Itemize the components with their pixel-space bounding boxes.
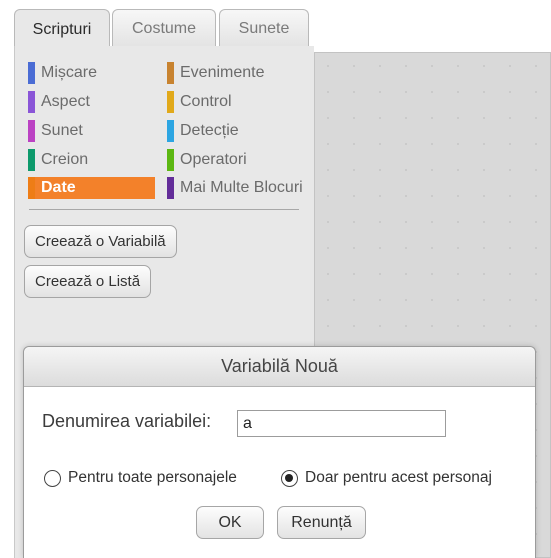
category-label: Creion xyxy=(41,151,89,168)
category-label: Aspect xyxy=(41,93,90,110)
category-color-swatch xyxy=(167,177,174,199)
category-control[interactable]: Control xyxy=(167,91,297,113)
category-label: Evenimente xyxy=(180,64,265,81)
dialog-title[interactable]: Variabilă Nouă xyxy=(24,347,535,387)
category-color-swatch xyxy=(28,177,35,199)
category-data[interactable]: Date xyxy=(28,177,155,199)
tab-costumes[interactable]: Costume xyxy=(112,9,216,47)
category-label: Mai Multe Blocuri xyxy=(180,179,303,196)
category-color-swatch xyxy=(167,149,174,171)
category-color-swatch xyxy=(28,62,35,84)
radio-this-sprite-only[interactable]: Doar pentru acest personaj xyxy=(281,469,492,487)
category-operators[interactable]: Operatori xyxy=(167,149,297,171)
category-color-swatch xyxy=(28,120,35,142)
radio-button-icon[interactable] xyxy=(44,469,61,487)
variable-name-input[interactable] xyxy=(237,410,446,437)
category-color-swatch xyxy=(167,62,174,84)
category-color-swatch xyxy=(28,91,35,113)
new-variable-dialog: Variabilă Nouă Denumirea variabilei: Pen… xyxy=(23,346,536,558)
category-looks[interactable]: Aspect xyxy=(28,91,158,113)
category-color-swatch xyxy=(167,91,174,113)
radio-this-sprite-label: Doar pentru acest personaj xyxy=(305,469,492,486)
category-color-swatch xyxy=(167,120,174,142)
ok-button[interactable]: OK xyxy=(196,506,264,539)
category-color-swatch xyxy=(28,149,35,171)
category-label: Detecție xyxy=(180,122,239,139)
radio-all-sprites[interactable]: Pentru toate personajele xyxy=(44,469,237,487)
category-label: Mișcare xyxy=(41,64,98,81)
tab-sounds[interactable]: Sunete xyxy=(219,9,309,47)
palette-divider xyxy=(29,209,299,210)
category-events[interactable]: Evenimente xyxy=(167,62,297,84)
category-sound[interactable]: Sunet xyxy=(28,120,158,142)
category-label: Sunet xyxy=(41,122,83,139)
cancel-button[interactable]: Renunță xyxy=(277,506,366,539)
make-variable-button[interactable]: Creează o Variabilă xyxy=(24,225,177,258)
category-label: Control xyxy=(180,93,232,110)
category-sensing[interactable]: Detecție xyxy=(167,120,297,142)
category-pen[interactable]: Creion xyxy=(28,149,158,171)
category-label: Date xyxy=(41,179,76,196)
category-more-blocks[interactable]: Mai Multe Blocuri xyxy=(167,177,315,199)
make-list-button[interactable]: Creează o Listă xyxy=(24,265,152,298)
category-label: Operatori xyxy=(180,151,247,168)
radio-all-sprites-label: Pentru toate personajele xyxy=(68,469,237,486)
tab-scripts[interactable]: Scripturi xyxy=(14,9,110,49)
category-motion[interactable]: Mișcare xyxy=(28,62,158,84)
radio-button-selected-icon[interactable] xyxy=(281,469,298,487)
variable-name-label: Denumirea variabilei: xyxy=(42,411,212,431)
